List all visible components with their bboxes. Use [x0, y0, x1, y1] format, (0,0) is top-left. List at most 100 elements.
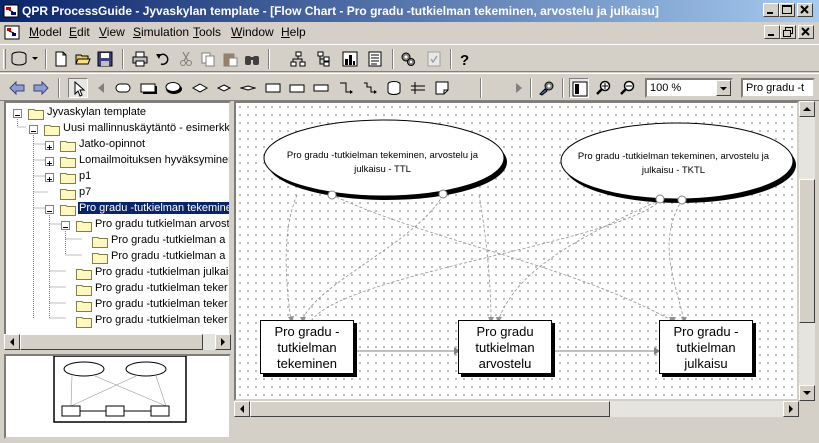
overview-panel[interactable] — [4, 354, 231, 439]
zoom-combo[interactable]: 100 % — [645, 78, 733, 98]
grid-toggle-icon[interactable] — [569, 78, 589, 98]
menu-view[interactable]: View — [99, 25, 125, 39]
find-icon[interactable] — [242, 49, 262, 69]
ellipse-right-label[interactable]: Pro gradu -tutkielman tekeminen, arvoste… — [561, 150, 786, 178]
paste-icon[interactable] — [220, 49, 240, 69]
diamond-shape-icon[interactable] — [190, 78, 210, 98]
database-dropdown-button[interactable] — [9, 49, 41, 69]
save-icon[interactable] — [95, 49, 115, 69]
model-tree[interactable]: Jyvaskylan template Uusi mallinnuskäytän… — [4, 101, 231, 337]
triangle-left-icon[interactable] — [92, 78, 112, 98]
note-shape-icon[interactable] — [432, 78, 452, 98]
settings-icon[interactable] — [398, 49, 418, 69]
report-icon[interactable] — [365, 49, 385, 69]
maximize-button[interactable] — [779, 3, 795, 17]
menu-tools[interactable]: Tools — [193, 25, 221, 39]
zoom-dropdown-button[interactable] — [716, 80, 731, 96]
select-pointer-icon[interactable] — [68, 78, 88, 98]
tree-item[interactable]: p7 — [9, 185, 229, 201]
tree-item[interactable]: Jyvaskylan template — [9, 105, 229, 121]
toolbar-grip[interactable] — [3, 49, 6, 69]
collapse-icon[interactable] — [61, 221, 70, 230]
print-icon[interactable] — [130, 49, 150, 69]
collapse-icon[interactable] — [45, 205, 54, 214]
diamond-small-shape-icon[interactable] — [214, 78, 234, 98]
open-icon[interactable] — [73, 49, 93, 69]
copy-icon[interactable] — [198, 49, 218, 69]
scroll-down-button[interactable] — [799, 385, 815, 401]
tree-item[interactable]: Pro gradu -tutkielman julkaisu — [9, 265, 229, 281]
document-icon[interactable] — [4, 25, 20, 44]
connector-step-icon[interactable] — [360, 78, 380, 98]
tree-item[interactable]: p1 — [9, 169, 229, 185]
ellipse-shape-icon[interactable] — [163, 78, 183, 98]
rounded-rect-shape-icon[interactable] — [113, 78, 133, 98]
doc-close-button[interactable] — [798, 25, 814, 39]
menu-window[interactable]: Window — [231, 25, 274, 39]
expand-icon[interactable] — [45, 157, 54, 166]
menu-help[interactable]: Help — [281, 25, 306, 39]
expand-icon[interactable] — [45, 173, 54, 182]
tree-item[interactable]: Jatko-opinnot — [9, 137, 229, 153]
database-shape-icon[interactable] — [384, 78, 404, 98]
scroll-thumb[interactable] — [250, 401, 610, 417]
expand-icon[interactable] — [45, 141, 54, 150]
process-box-tekeminen[interactable]: Pro gradu -tutkielman tekeminen — [260, 320, 354, 374]
scroll-right-button[interactable] — [215, 334, 231, 350]
diamond-flat-shape-icon[interactable] — [238, 78, 258, 98]
menu-model[interactable]: Model — [29, 25, 62, 39]
canvas-hscrollbar[interactable] — [234, 401, 799, 417]
scroll-left-button[interactable] — [234, 401, 250, 417]
tree-item[interactable]: Uusi mallinnuskäytäntö - esimerkke — [9, 121, 229, 137]
ellipse-left-label[interactable]: Pro gradu -tutkielman tekeminen, arvoste… — [270, 149, 495, 177]
tree-hscrollbar[interactable] — [4, 334, 231, 350]
app-icon[interactable] — [3, 3, 19, 19]
back-arrow-icon[interactable] — [7, 78, 27, 98]
scroll-right-button[interactable] — [783, 401, 799, 417]
tree-view-icon[interactable] — [314, 49, 334, 69]
undo-icon[interactable] — [153, 49, 173, 69]
scroll-thumb[interactable] — [799, 179, 815, 323]
new-icon[interactable] — [51, 49, 71, 69]
process-box-julkaisu[interactable]: Pro gradu -tutkielman julkaisu — [659, 320, 753, 374]
scroll-thumb[interactable] — [20, 334, 203, 350]
flowchart-canvas[interactable]: Pro gradu -tutkielman tekeminen, arvoste… — [234, 101, 799, 401]
rect-wide-shape-icon[interactable] — [287, 78, 307, 98]
connector-icon[interactable] — [336, 78, 356, 98]
tree-item[interactable]: Pro gradu -tutkielman teker — [9, 313, 229, 329]
tree-item[interactable]: Lomailmoituksen hyväksyminen — [9, 153, 229, 169]
zoom-out-icon[interactable] — [618, 78, 638, 98]
forward-arrow-icon[interactable] — [31, 78, 51, 98]
collapse-icon[interactable] — [29, 125, 38, 134]
cut-icon[interactable] — [176, 49, 196, 69]
triangle-right-icon[interactable] — [508, 78, 528, 98]
tree-item[interactable]: Pro gradu -tutkielman teker — [9, 297, 229, 313]
menu-edit[interactable]: Edit — [69, 25, 90, 39]
swimlane-icon[interactable] — [408, 78, 428, 98]
tree-item[interactable]: Pro gradu tutkielman arvostel — [9, 217, 229, 233]
check-model-icon[interactable] — [424, 49, 444, 69]
hierarchy-icon[interactable] — [288, 49, 308, 69]
scroll-left-button[interactable] — [4, 334, 20, 350]
collapse-icon[interactable] — [13, 109, 22, 118]
doc-restore-button[interactable] — [780, 25, 796, 39]
zoom-in-icon[interactable] — [594, 78, 614, 98]
tree-item[interactable]: Pro gradu -tutkielman teker — [9, 281, 229, 297]
tree-item[interactable]: Pro gradu -tutkielman a — [9, 233, 229, 249]
rect-shape-icon[interactable] — [263, 78, 283, 98]
tree-item-selected[interactable]: Pro gradu -tutkielman tekeminen — [9, 201, 229, 217]
doc-minimize-button[interactable] — [764, 25, 780, 39]
scroll-up-button[interactable] — [799, 101, 815, 117]
canvas-vscrollbar[interactable] — [799, 101, 815, 401]
tree-item[interactable]: Pro gradu -tutkielman a — [9, 249, 229, 265]
process-box-arvostelu[interactable]: Pro gradu tutkielman arvostelu — [458, 320, 552, 374]
simulate-icon[interactable] — [537, 78, 557, 98]
rect-shadow-shape-icon[interactable] — [138, 78, 158, 98]
object-combo[interactable]: Pro gradu -t — [741, 78, 815, 98]
minimize-button[interactable] — [763, 3, 779, 17]
menu-simulation[interactable]: Simulation — [133, 25, 189, 39]
chart-icon[interactable] — [340, 49, 360, 69]
help-icon[interactable]: ? — [455, 49, 475, 69]
rect-flat-shape-icon[interactable] — [311, 78, 331, 98]
close-button[interactable] — [797, 3, 813, 17]
